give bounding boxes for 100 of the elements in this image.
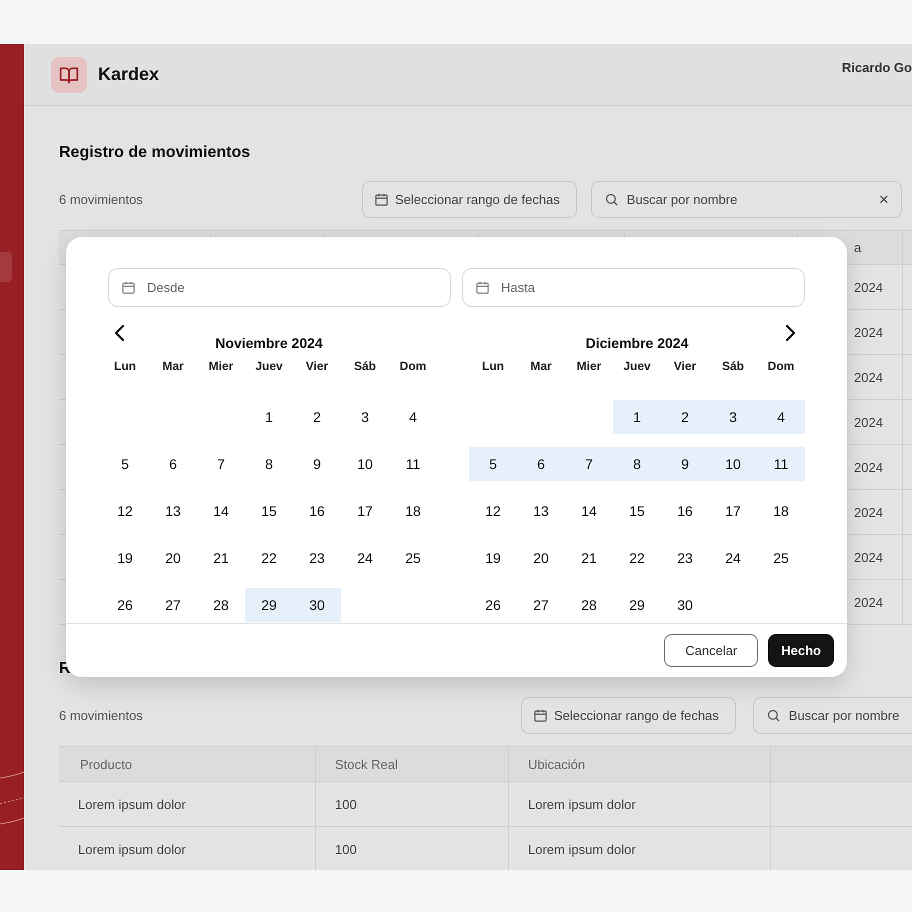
table-cell: 2024 <box>854 280 883 294</box>
day-cell[interactable]: 28 <box>565 588 613 622</box>
day-cell[interactable]: 26 <box>469 588 517 622</box>
day-cell[interactable]: 14 <box>197 494 245 528</box>
day-cell[interactable]: 18 <box>389 494 437 528</box>
day-cell[interactable]: 15 <box>245 494 293 528</box>
day-cell[interactable]: 3 <box>341 400 389 434</box>
search-input[interactable]: Buscar por nombre <box>786 707 912 724</box>
day-cell[interactable]: 7 <box>565 447 613 481</box>
search-field[interactable]: Buscar por nombre × <box>590 181 902 218</box>
done-button[interactable]: Hecho <box>768 634 834 667</box>
day-cell[interactable]: 9 <box>293 447 341 481</box>
day-cell[interactable]: 25 <box>757 541 805 575</box>
day-cell[interactable]: 5 <box>101 447 149 481</box>
day-cell[interactable]: 24 <box>709 541 757 575</box>
table-cell: Lorem ipsum dolor <box>78 842 186 856</box>
day-cell[interactable]: 22 <box>245 541 293 575</box>
day-cell[interactable]: 24 <box>341 541 389 575</box>
table-cell: 2024 <box>854 550 883 564</box>
day-cell[interactable]: 7 <box>197 447 245 481</box>
day-cell[interactable]: 17 <box>709 494 757 528</box>
date-field[interactable]: Hasta <box>462 268 805 307</box>
date-field[interactable]: Desde <box>108 268 451 307</box>
table-cell: Lorem ipsum dolor <box>528 796 636 812</box>
column-header: Producto <box>80 756 132 772</box>
day-cell[interactable]: 1 <box>613 400 661 434</box>
day-cell[interactable]: 29 <box>613 588 661 622</box>
previous-month-button[interactable] <box>113 323 127 343</box>
next-month-button[interactable] <box>783 323 797 343</box>
day-cell[interactable]: 27 <box>517 588 565 622</box>
day-cell[interactable]: 20 <box>149 541 197 575</box>
date-range-button[interactable]: Seleccionar rango de fechas <box>521 697 736 734</box>
day-cell[interactable]: 16 <box>293 494 341 528</box>
weekday-label: Dom <box>400 359 426 373</box>
clear-button[interactable]: × <box>878 190 889 210</box>
day-cell[interactable]: 21 <box>565 541 613 575</box>
table-cell: Lorem ipsum dolor <box>528 842 636 856</box>
search-field[interactable]: Buscar por nombre <box>752 697 912 734</box>
column-header: a <box>854 240 862 255</box>
day-cell[interactable]: 4 <box>389 400 437 434</box>
day-cell[interactable]: 21 <box>197 541 245 575</box>
day-cell[interactable]: 5 <box>469 447 517 481</box>
day-cell[interactable]: 19 <box>101 541 149 575</box>
day-cell[interactable]: 30 <box>661 588 709 622</box>
day-cell[interactable]: 11 <box>389 447 437 481</box>
day-cell[interactable]: 12 <box>101 494 149 528</box>
table-cell: Lorem ipsum dolor <box>78 796 186 812</box>
table-cell: 100 <box>335 842 357 856</box>
app-title: Kardex <box>98 64 160 85</box>
column-header: Stock Real <box>335 756 398 772</box>
day-cell[interactable]: 27 <box>149 588 197 622</box>
day-cell[interactable]: 2 <box>293 400 341 434</box>
search-icon <box>604 192 619 207</box>
user-name[interactable]: Ricardo Go <box>842 60 912 75</box>
weekday-label: Lun <box>114 359 136 373</box>
day-cell[interactable]: 20 <box>517 541 565 575</box>
cancel-button[interactable]: Cancelar <box>664 634 758 667</box>
calendar-icon <box>475 280 490 295</box>
weekday-label: Sáb <box>354 359 376 373</box>
day-cell[interactable]: 6 <box>517 447 565 481</box>
day-cell[interactable]: 29 <box>245 588 293 622</box>
day-cell[interactable]: 12 <box>469 494 517 528</box>
search-icon <box>766 708 781 723</box>
day-cell[interactable]: 13 <box>149 494 197 528</box>
day-cell[interactable]: 13 <box>517 494 565 528</box>
day-cell[interactable]: 3 <box>709 400 757 434</box>
day-cell[interactable]: 10 <box>709 447 757 481</box>
day-cell[interactable]: 11 <box>757 447 805 481</box>
day-cell[interactable]: 23 <box>661 541 709 575</box>
search-input[interactable]: Buscar por nombre <box>624 191 873 208</box>
day-cell[interactable]: 25 <box>389 541 437 575</box>
day-cell[interactable]: 9 <box>661 447 709 481</box>
day-cell[interactable]: 4 <box>757 400 805 434</box>
weekday-label: Lun <box>482 359 504 373</box>
day-cell[interactable]: 2 <box>661 400 709 434</box>
day-cell[interactable]: 16 <box>661 494 709 528</box>
weekday-label: Dom <box>768 359 794 373</box>
table-cell: 2024 <box>854 414 883 430</box>
day-cell[interactable]: 17 <box>341 494 389 528</box>
day-cell[interactable]: 26 <box>101 588 149 622</box>
day-cell[interactable]: 8 <box>245 447 293 481</box>
day-cell[interactable]: 30 <box>293 588 341 622</box>
table-cell: 2024 <box>854 460 883 474</box>
day-cell[interactable]: 8 <box>613 447 661 481</box>
record-count: 6 movimientos <box>59 192 144 207</box>
date-range-button[interactable]: Seleccionar rango de fechas <box>362 181 577 218</box>
day-cell[interactable]: 18 <box>757 494 805 528</box>
calendar-icon <box>374 192 389 207</box>
day-cell[interactable]: 22 <box>613 541 661 575</box>
weekday-label: Sáb <box>722 359 744 373</box>
day-cell[interactable]: 15 <box>613 494 661 528</box>
day-cell[interactable]: 28 <box>197 588 245 622</box>
day-cell[interactable]: 23 <box>293 541 341 575</box>
table-cell: 2024 <box>854 504 883 520</box>
day-cell[interactable]: 1 <box>245 400 293 434</box>
weekday-label: Juev <box>255 359 283 373</box>
day-cell[interactable]: 14 <box>565 494 613 528</box>
day-cell[interactable]: 19 <box>469 541 517 575</box>
day-cell[interactable]: 6 <box>149 447 197 481</box>
day-cell[interactable]: 10 <box>341 447 389 481</box>
